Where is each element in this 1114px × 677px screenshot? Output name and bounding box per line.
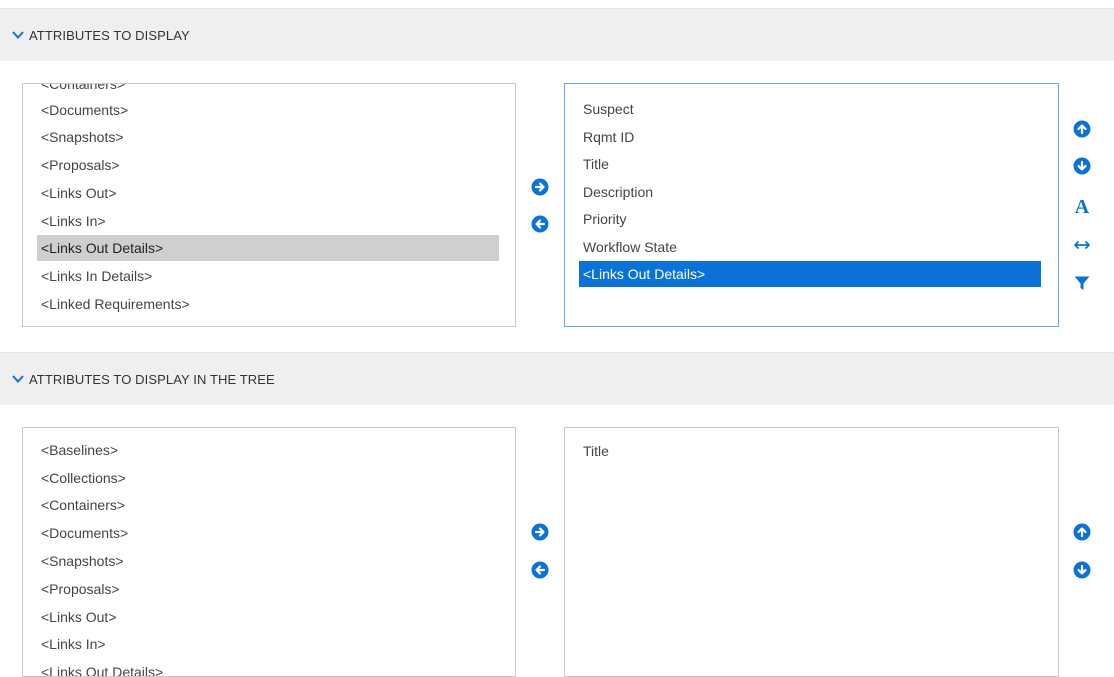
arrow-left-circle-icon bbox=[531, 561, 549, 579]
list-item[interactable]: <Links Out Details> bbox=[37, 659, 163, 676]
list-item[interactable]: Suspect bbox=[579, 96, 634, 122]
move-up-button[interactable] bbox=[1073, 523, 1091, 541]
list-item[interactable]: <Links Out> bbox=[37, 180, 117, 206]
list-item[interactable]: <Links In Details> bbox=[37, 263, 152, 289]
available-attributes-list[interactable]: <Containers> <Documents> <Snapshots> <Pr… bbox=[22, 83, 516, 327]
list-item-selected[interactable]: <Links Out Details> bbox=[579, 261, 1041, 287]
list-item[interactable]: <Documents> bbox=[37, 97, 128, 123]
move-down-button[interactable] bbox=[1073, 157, 1091, 175]
list-item[interactable]: <Links In> bbox=[37, 208, 106, 234]
arrow-right-circle-icon bbox=[531, 178, 549, 196]
chevron-down-icon[interactable] bbox=[11, 372, 25, 386]
arrow-left-circle-icon bbox=[531, 215, 549, 233]
arrow-right-circle-icon bbox=[531, 523, 549, 541]
resize-column-button[interactable] bbox=[1073, 236, 1091, 254]
arrow-up-circle-icon bbox=[1073, 523, 1091, 541]
list-item[interactable]: Workflow State bbox=[579, 234, 677, 260]
selected-attributes-list[interactable]: Suspect Rqmt ID Title Description Priori… bbox=[564, 83, 1059, 327]
list-item[interactable]: <Links Out> bbox=[37, 604, 117, 630]
move-left-button[interactable] bbox=[531, 561, 549, 579]
move-right-button[interactable] bbox=[531, 178, 549, 196]
list-item[interactable]: <Links In> bbox=[37, 631, 106, 657]
chevron-down-icon[interactable] bbox=[11, 28, 25, 42]
list-item[interactable]: <Containers> bbox=[37, 492, 125, 518]
resize-horizontal-icon bbox=[1074, 241, 1090, 249]
list-item[interactable]: <Baselines> bbox=[37, 437, 118, 463]
arrow-down-circle-icon bbox=[1073, 157, 1091, 175]
list-item-selected[interactable]: <Links Out Details> bbox=[37, 235, 499, 261]
list-item[interactable]: <Snapshots> bbox=[37, 548, 124, 574]
list-item[interactable]: <Documents> bbox=[37, 520, 128, 546]
list-item[interactable]: <Snapshots> bbox=[37, 124, 124, 150]
selected-tree-attributes-list[interactable]: Title bbox=[564, 427, 1059, 677]
list-item[interactable]: <Proposals> bbox=[37, 152, 120, 178]
arrow-up-circle-icon bbox=[1073, 120, 1091, 138]
section-title: ATTRIBUTES TO DISPLAY bbox=[29, 27, 190, 43]
available-tree-attributes-list[interactable]: <Baselines> <Collections> <Containers> <… bbox=[22, 427, 516, 677]
list-item[interactable]: Description bbox=[579, 179, 653, 205]
filter-button[interactable] bbox=[1073, 274, 1091, 292]
font-icon: A bbox=[1075, 196, 1090, 216]
move-right-button[interactable] bbox=[531, 523, 549, 541]
list-item[interactable]: Title bbox=[579, 151, 609, 177]
section-title: ATTRIBUTES TO DISPLAY IN THE TREE bbox=[29, 371, 275, 387]
list-item[interactable]: <Proposals> bbox=[37, 576, 120, 602]
move-down-button[interactable] bbox=[1073, 561, 1091, 579]
list-item[interactable]: <Linked Requirements> bbox=[37, 291, 190, 317]
svg-text:A: A bbox=[1075, 196, 1090, 216]
move-up-button[interactable] bbox=[1073, 120, 1091, 138]
list-item[interactable]: <Collections> bbox=[37, 465, 126, 491]
section-header-tree-attributes[interactable]: ATTRIBUTES TO DISPLAY IN THE TREE bbox=[0, 352, 1114, 405]
move-left-button[interactable] bbox=[531, 215, 549, 233]
list-item[interactable]: Rqmt ID bbox=[579, 124, 634, 150]
arrow-down-circle-icon bbox=[1073, 561, 1091, 579]
list-item[interactable]: <Containers> bbox=[37, 84, 125, 97]
section-header-attributes[interactable]: ATTRIBUTES TO DISPLAY bbox=[0, 8, 1114, 61]
font-button[interactable]: A bbox=[1073, 196, 1091, 216]
list-item[interactable]: Priority bbox=[579, 206, 627, 232]
list-item[interactable]: Title bbox=[579, 438, 609, 464]
filter-icon bbox=[1074, 276, 1090, 290]
